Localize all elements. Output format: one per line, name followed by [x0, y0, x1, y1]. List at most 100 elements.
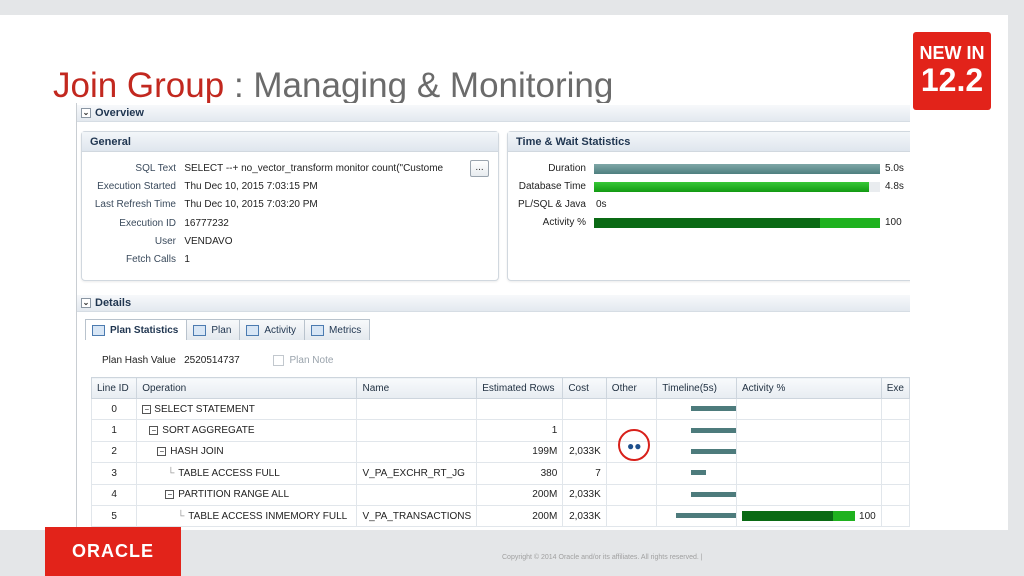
- time-wait-value: 5.0s: [885, 163, 904, 174]
- exe-cell: [880, 504, 910, 528]
- exe-cell: [880, 462, 910, 485]
- title-rest: : Managing & Monitoring: [224, 66, 614, 105]
- title-accent: Join Group: [53, 66, 225, 105]
- column-header[interactable]: Name: [356, 377, 478, 399]
- plan-note-checkbox[interactable]: [272, 355, 284, 366]
- activity-cell: [736, 419, 882, 442]
- general-key: Last Refresh Time: [94, 199, 176, 210]
- tab-activity[interactable]: Activity: [239, 319, 306, 340]
- time-wait-value: 100: [885, 217, 902, 228]
- column-header[interactable]: Cost: [562, 377, 607, 399]
- table-row[interactable]: 5 └ TABLE ACCESS INMEMORY FULL V_PA_TRANSAC…: [90, 504, 910, 528]
- tree-branch-icon: └: [177, 510, 185, 522]
- general-row-user: User VENDAVO: [91, 236, 233, 247]
- other-cell: [605, 483, 658, 506]
- general-key: User: [154, 236, 176, 247]
- timeline-bar: [691, 406, 736, 412]
- estimated-rows-cell: [476, 397, 564, 421]
- timeline-bar: [691, 448, 736, 454]
- estimated-rows-cell: 1: [476, 419, 564, 442]
- timeline-bar: [691, 470, 707, 476]
- details-label: Details: [95, 297, 132, 309]
- overview-label: Overview: [95, 107, 144, 119]
- collapse-icon[interactable]: ⌄: [81, 298, 91, 308]
- time-wait-key: Database Time: [518, 181, 586, 192]
- column-header[interactable]: Line ID: [90, 377, 138, 399]
- exe-cell: [880, 483, 910, 506]
- badge-line1: NEW IN: [919, 43, 985, 63]
- general-value: SELECT --+ no_vector_transform monitor c…: [184, 163, 444, 174]
- name-cell: [356, 483, 478, 506]
- general-row-last-refresh: Last Refresh Time Thu Dec 10, 2015 7:03:…: [91, 199, 318, 210]
- overview-header[interactable]: ⌄ Overview: [77, 105, 910, 122]
- slide-title: Join Group : Managing & Monitoring: [53, 66, 613, 106]
- general-row-execution-started: Execution Started Thu Dec 10, 2015 7:03:…: [91, 181, 318, 192]
- expand-icon[interactable]: −: [149, 425, 159, 435]
- plan-hash-label: Plan Hash Value: [102, 355, 176, 367]
- activity-value: 100: [859, 510, 876, 522]
- cost-cell: 2,033K: [562, 483, 607, 506]
- plan-note-label: Plan Note: [289, 355, 334, 367]
- timeline-cell: [656, 504, 738, 528]
- time-wait-value: 0s: [596, 199, 607, 210]
- plan-statistics-table: Line ID Operation Name Estimated Rows Co…: [90, 377, 910, 528]
- column-header[interactable]: Estimated Rows: [476, 377, 564, 399]
- general-value: Thu Dec 10, 2015 7:03:20 PM: [184, 199, 318, 210]
- tab-label: Metrics: [329, 324, 362, 336]
- timeline-cell: [656, 462, 738, 485]
- table-icon: [92, 324, 105, 336]
- general-value: Thu Dec 10, 2015 7:03:15 PM: [184, 181, 318, 192]
- general-value: 16777232: [184, 218, 229, 229]
- time-wait-title: Time & Wait Statistics: [508, 132, 910, 152]
- tab-plan-statistics[interactable]: Plan Statistics: [85, 319, 188, 340]
- name-cell: [356, 440, 478, 464]
- general-key: Execution ID: [119, 218, 176, 229]
- column-header[interactable]: Activity %: [736, 377, 882, 399]
- timeline-cell: [656, 397, 738, 421]
- sql-text-more-button[interactable]: ...: [470, 160, 489, 177]
- table-row[interactable]: 2− HASH JOIN 199M 2,033K: [90, 440, 910, 464]
- expand-icon[interactable]: −: [157, 447, 167, 457]
- expand-icon[interactable]: −: [142, 404, 152, 414]
- expand-icon[interactable]: −: [165, 490, 175, 500]
- binoculars-icon[interactable]: ●●: [627, 439, 642, 453]
- time-wait-bar: [594, 218, 880, 228]
- operation-label: PARTITION RANGE ALL: [178, 489, 290, 501]
- table-row[interactable]: 0− SELECT STATEMENT: [90, 397, 910, 421]
- operation-label: TABLE ACCESS FULL: [178, 467, 280, 479]
- general-row-sql-text: SQL Text SELECT --+ no_vector_transform …: [91, 163, 443, 174]
- activity-cell: 100: [736, 504, 882, 528]
- slide: Join Group : Managing & Monitoring NEW I…: [0, 0, 1024, 576]
- exe-cell: [880, 397, 910, 421]
- tab-metrics[interactable]: Metrics: [304, 319, 371, 340]
- line-id-cell: 2: [90, 440, 138, 464]
- operation-cell: − SORT AGGREGATE: [136, 419, 358, 442]
- sql-monitor-panel: ⌄ Overview General SQL Text SELECT --+ n…: [76, 103, 910, 530]
- exe-cell: [880, 419, 910, 442]
- other-cell: [605, 397, 658, 421]
- column-header[interactable]: Timeline(5s): [656, 377, 738, 399]
- tab-plan[interactable]: Plan: [186, 319, 241, 340]
- details-header[interactable]: ⌄ Details: [77, 295, 910, 312]
- column-header[interactable]: Other: [605, 377, 658, 399]
- tree-icon: [193, 324, 207, 336]
- operation-cell: − SELECT STATEMENT: [136, 397, 358, 421]
- time-wait-bar: [594, 182, 880, 192]
- collapse-icon[interactable]: ⌄: [81, 108, 91, 118]
- table-row[interactable]: 3 └ TABLE ACCESS FULL V_PA_EXCHR_RT_JG 380 7: [90, 462, 910, 485]
- time-wait-key: Duration: [548, 163, 586, 174]
- table-row[interactable]: 4− PARTITION RANGE ALL 200M 2,033K: [90, 483, 910, 506]
- tab-label: Activity: [264, 324, 297, 336]
- column-header[interactable]: Exe: [880, 377, 910, 399]
- time-wait-bar: [594, 200, 880, 210]
- oracle-logo: ORACLE: [45, 527, 181, 576]
- activity-cell: [736, 483, 882, 506]
- time-wait-bar-fill: [594, 218, 880, 228]
- estimated-rows-cell: 200M: [476, 483, 564, 506]
- column-header[interactable]: Operation: [136, 377, 358, 399]
- timeline-cell: [656, 440, 738, 464]
- cost-cell: 7: [562, 462, 607, 485]
- badge-line2: 12.2: [920, 62, 984, 98]
- table-row[interactable]: 1− SORT AGGREGATE 1: [90, 419, 910, 442]
- new-in-badge: NEW IN 12.2: [913, 32, 991, 110]
